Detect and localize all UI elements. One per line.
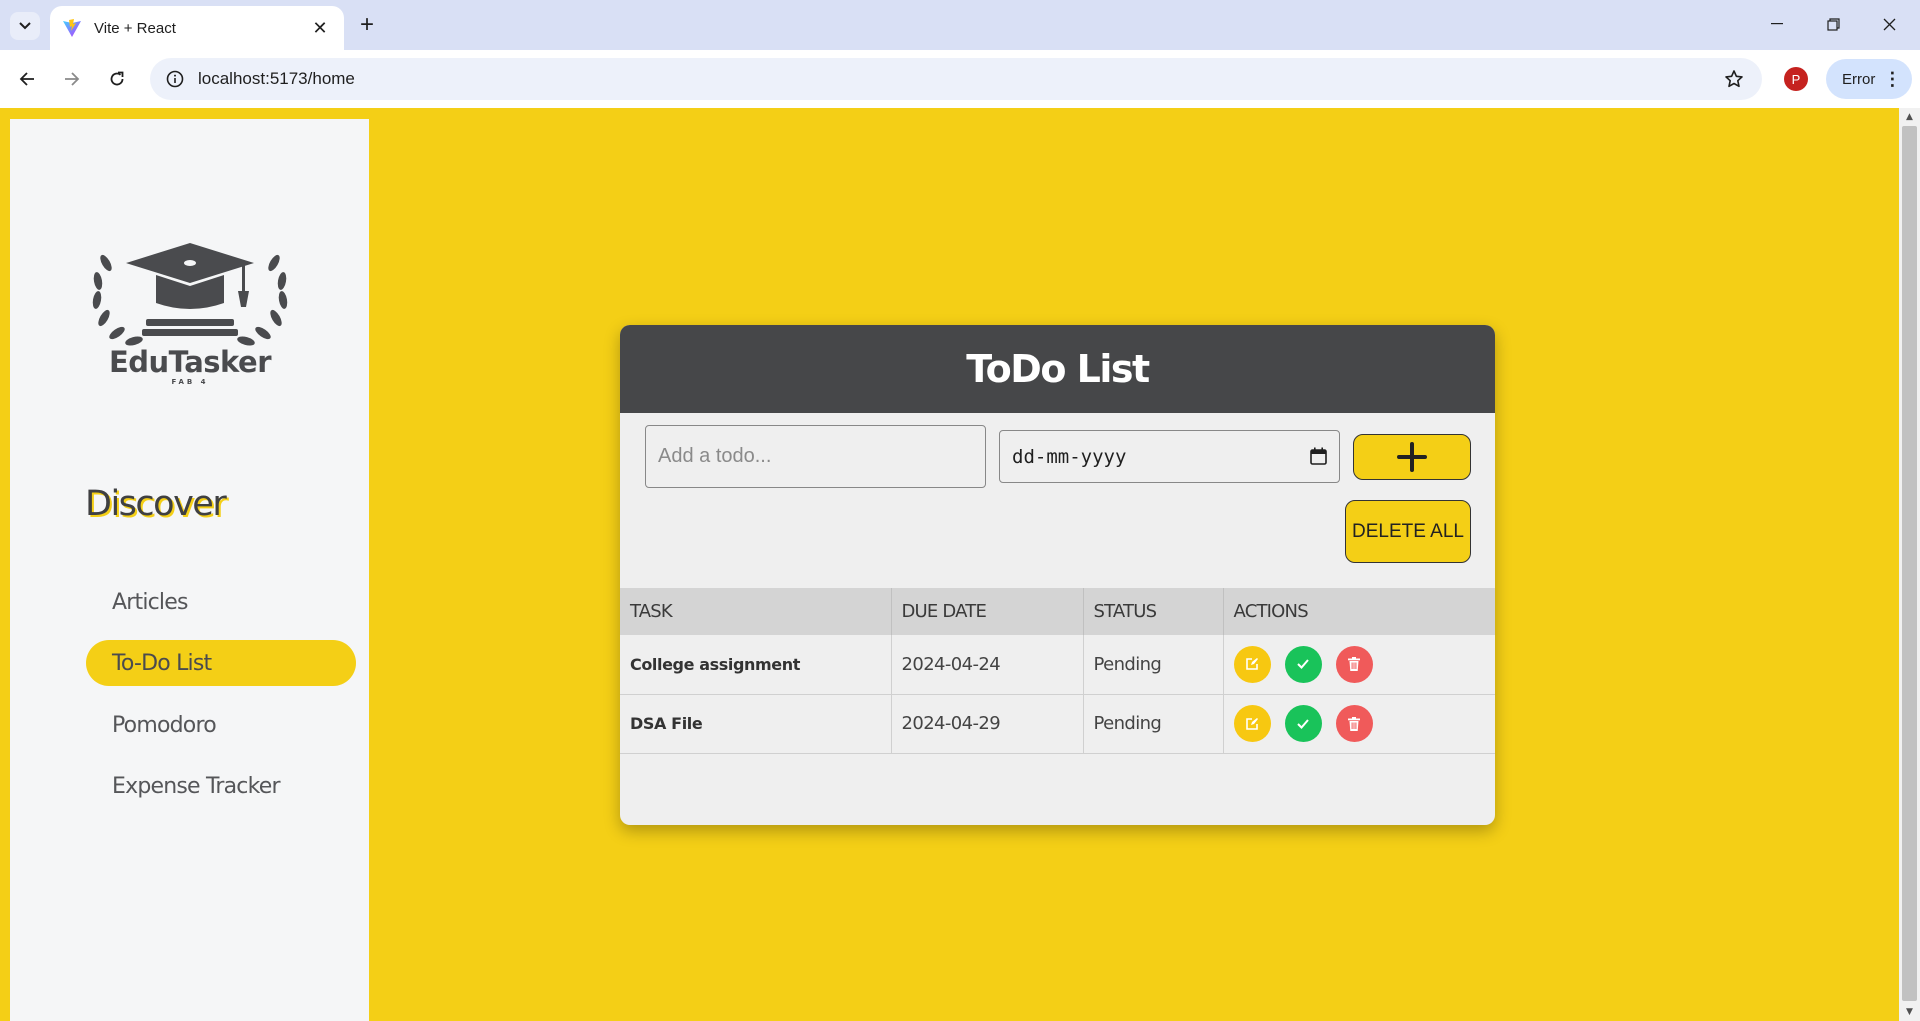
logo-text: EduTasker	[108, 345, 272, 379]
bookmark-button[interactable]	[1714, 59, 1754, 99]
check-icon	[1297, 718, 1309, 729]
sidebar-heading: Discover	[85, 484, 227, 524]
status-cell: Pending	[1083, 694, 1224, 754]
column-header-actions: ACTIONS	[1223, 588, 1495, 635]
task-cell: DSA File	[620, 694, 892, 754]
reload-button[interactable]	[101, 63, 133, 95]
browser-toolbar: localhost:5173/home P Error ⋮	[0, 50, 1920, 108]
actions-cell	[1223, 635, 1495, 695]
column-header-task: TASK	[620, 588, 892, 635]
trash-icon	[1348, 716, 1361, 731]
arrow-left-icon	[19, 72, 34, 86]
sidebar: EduTasker FAB 4 Discover Articles To-Do …	[10, 119, 369, 1021]
browser-tab-bar: Vite + React ✕ +	[0, 0, 1920, 50]
new-tab-button[interactable]: +	[352, 11, 382, 39]
more-vertical-icon: ⋮	[1883, 69, 1902, 89]
minimize-window-button[interactable]	[1752, 8, 1802, 40]
address-bar[interactable]: localhost:5173/home	[150, 58, 1762, 100]
scrollbar-thumb[interactable]	[1902, 126, 1917, 1001]
status-cell: Pending	[1083, 635, 1224, 695]
column-header-status: STATUS	[1083, 588, 1224, 635]
todo-input[interactable]	[645, 425, 986, 488]
delete-button[interactable]	[1335, 705, 1373, 742]
table-row: College assignment 2024-04-24 Pending	[620, 635, 1495, 695]
chevron-down-icon	[19, 22, 31, 30]
close-tab-icon[interactable]: ✕	[308, 18, 332, 39]
todo-card-header: ToDo List	[620, 325, 1495, 413]
add-todo-button[interactable]	[1353, 434, 1471, 480]
page-title: ToDo List	[966, 347, 1150, 391]
minimize-icon	[1771, 23, 1783, 25]
tab-search-button[interactable]	[10, 12, 40, 40]
edit-icon	[1246, 658, 1258, 671]
due-date-input[interactable]: dd-mm-yyyy	[999, 430, 1340, 483]
due-date-cell: 2024-04-29	[891, 694, 1084, 754]
back-button[interactable]	[11, 63, 43, 95]
table-row: DSA File 2024-04-29 Pending	[620, 694, 1495, 754]
reload-icon	[110, 71, 124, 86]
forward-button[interactable]	[56, 63, 88, 95]
check-icon	[1297, 659, 1309, 670]
complete-button[interactable]	[1284, 705, 1322, 742]
complete-button[interactable]	[1284, 645, 1322, 683]
error-menu-button[interactable]: Error ⋮	[1826, 59, 1912, 99]
tab-title: Vite + React	[94, 19, 176, 37]
page-scrollbar[interactable]: ▲ ▼	[1899, 108, 1920, 1021]
edit-button[interactable]	[1233, 705, 1271, 742]
delete-all-button[interactable]: DELETE ALL	[1345, 500, 1471, 563]
delete-button[interactable]	[1335, 645, 1373, 683]
sidebar-item-articles[interactable]: Articles	[86, 579, 356, 625]
sidebar-item-expense-tracker[interactable]: Expense Tracker	[86, 763, 356, 809]
column-header-due-date: DUE DATE	[891, 588, 1084, 635]
calendar-icon[interactable]	[1310, 447, 1327, 465]
task-cell: College assignment	[620, 635, 892, 695]
trash-icon	[1348, 657, 1361, 672]
star-icon	[1725, 70, 1743, 88]
error-label: Error	[1842, 70, 1876, 88]
todo-card: ToDo List dd-mm-yyyy DELETE ALL TASK DUE…	[620, 325, 1495, 825]
table-header-row: TASK DUE DATE STATUS ACTIONS	[620, 588, 1495, 635]
profile-avatar[interactable]: P	[1784, 67, 1808, 91]
plus-icon	[1397, 442, 1427, 472]
actions-cell	[1223, 694, 1495, 754]
info-icon	[166, 70, 184, 88]
site-info-button[interactable]	[154, 58, 196, 100]
logo-subtext: FAB 4	[171, 378, 209, 386]
scroll-up-arrow-icon[interactable]: ▲	[1899, 108, 1920, 126]
close-window-button[interactable]	[1864, 8, 1914, 40]
url-text: localhost:5173/home	[198, 69, 355, 88]
restore-icon	[1826, 17, 1840, 31]
arrow-right-icon	[65, 72, 80, 86]
edit-icon	[1246, 717, 1258, 730]
vite-logo-icon	[63, 19, 81, 37]
close-icon	[1883, 18, 1895, 30]
sidebar-item-pomodoro[interactable]: Pomodoro	[86, 702, 356, 748]
browser-tab[interactable]: Vite + React ✕	[50, 6, 344, 50]
due-date-placeholder: dd-mm-yyyy	[1012, 445, 1127, 468]
due-date-cell: 2024-04-24	[891, 635, 1084, 695]
sidebar-item-todo-list[interactable]: To-Do List	[86, 640, 356, 686]
restore-window-button[interactable]	[1808, 8, 1858, 40]
scroll-down-arrow-icon[interactable]: ▼	[1899, 1003, 1920, 1021]
page-viewport: EduTasker FAB 4 Discover Articles To-Do …	[0, 108, 1920, 1021]
todo-table: TASK DUE DATE STATUS ACTIONS College ass…	[620, 588, 1495, 754]
edit-button[interactable]	[1233, 645, 1271, 683]
